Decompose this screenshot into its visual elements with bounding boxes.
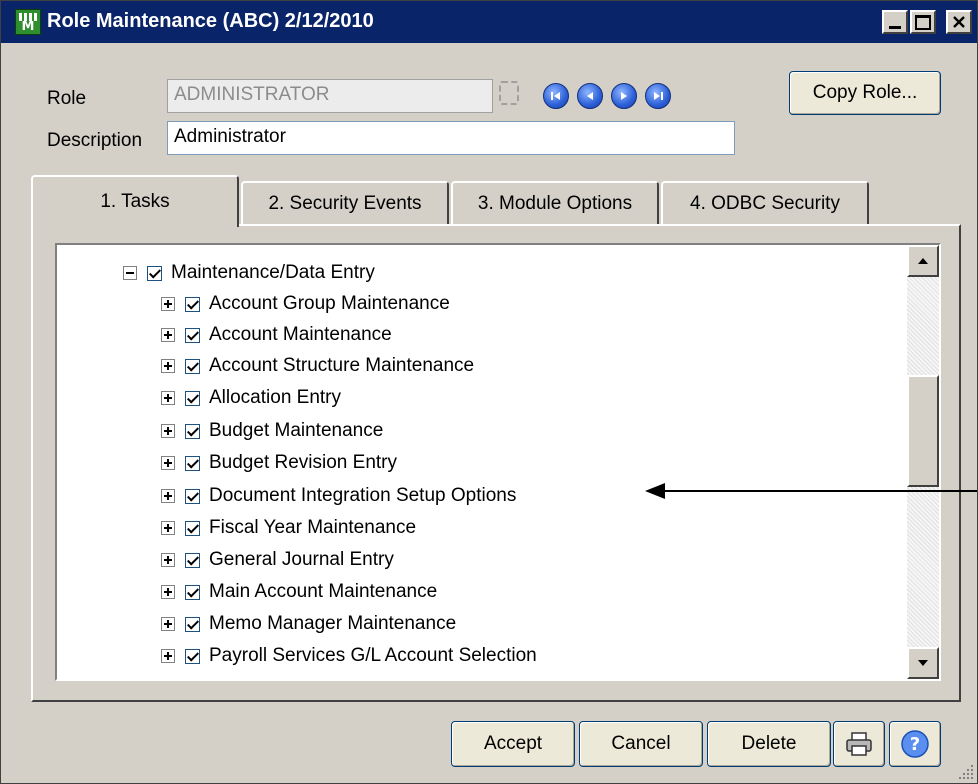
tree-item-label: Account Structure Maintenance	[209, 355, 475, 376]
tab-tasks[interactable]: 1. Tasks	[31, 175, 239, 227]
expand-icon[interactable]	[161, 328, 175, 342]
checkbox-checked-icon[interactable]	[185, 584, 200, 600]
previous-record-icon	[587, 92, 593, 100]
tree-item[interactable]: Payroll Services G/L Account Selection	[161, 641, 537, 671]
tree-item-label: Budget Revision Entry	[209, 452, 397, 473]
next-record-icon	[621, 92, 627, 100]
tree-item-maintenance-data-entry[interactable]: Maintenance/Data Entry	[123, 258, 375, 288]
checkbox-checked-icon[interactable]	[185, 488, 200, 504]
role-maintenance-window: M Role Maintenance (ABC) 2/12/2010 Role …	[0, 0, 978, 784]
tree-item-label: Main Account Maintenance	[209, 581, 438, 602]
tab-security-events[interactable]: 2. Security Events	[241, 181, 449, 225]
expand-icon[interactable]	[161, 297, 175, 311]
checkbox-checked-icon[interactable]	[185, 358, 200, 374]
first-record-icon	[551, 92, 560, 100]
app-icon-label: M	[21, 19, 35, 34]
checkbox-checked-icon[interactable]	[185, 455, 200, 471]
tree-item-label: Allocation Entry	[209, 387, 342, 408]
tab-module-options[interactable]: 3. Module Options	[451, 181, 659, 225]
tasks-tab-panel: Maintenance/Data Entry Account Group Mai…	[31, 224, 961, 702]
window-title: Role Maintenance (ABC) 2/12/2010	[47, 10, 374, 32]
tree-item-label: Fiscal Year Maintenance	[209, 517, 417, 538]
expand-icon[interactable]	[161, 553, 175, 567]
expand-icon[interactable]	[161, 359, 175, 373]
tree-item[interactable]: Fiscal Year Maintenance	[161, 513, 416, 543]
first-record-button[interactable]	[543, 83, 569, 109]
collapse-icon[interactable]	[123, 266, 137, 280]
checkbox-checked-icon[interactable]	[185, 390, 200, 406]
triangle-down-icon	[918, 660, 928, 666]
lookup-icon[interactable]	[499, 81, 519, 105]
tree-item[interactable]: Account Maintenance	[161, 320, 392, 350]
close-button[interactable]	[946, 10, 972, 34]
tree-item[interactable]: Budget Maintenance	[161, 416, 383, 446]
tree-item-label: Memo Manager Maintenance	[209, 613, 457, 634]
annotation-arrow-icon	[645, 483, 977, 499]
tree-item[interactable]: Main Account Maintenance	[161, 577, 437, 607]
expand-icon[interactable]	[161, 456, 175, 470]
expand-icon[interactable]	[161, 489, 175, 503]
last-record-icon	[654, 92, 663, 100]
expand-icon[interactable]	[161, 617, 175, 631]
role-field[interactable]: ADMINISTRATOR	[167, 79, 493, 113]
checkbox-checked-icon[interactable]	[185, 520, 200, 536]
task-tree[interactable]: Maintenance/Data Entry Account Group Mai…	[55, 243, 941, 681]
tree-item-label: Payroll Services G/L Account Selection	[209, 645, 537, 666]
help-icon: ?	[901, 730, 929, 758]
tree-item[interactable]: Account Structure Maintenance	[161, 351, 474, 381]
checkbox-checked-icon[interactable]	[147, 265, 162, 281]
triangle-up-icon	[918, 258, 928, 264]
tab-odbc-security[interactable]: 4. ODBC Security	[661, 181, 869, 225]
tree-item-label: Budget Maintenance	[209, 420, 384, 441]
expand-icon[interactable]	[161, 649, 175, 663]
print-button[interactable]	[833, 721, 885, 767]
description-field[interactable]: Administrator	[167, 121, 735, 155]
scroll-down-button[interactable]	[907, 647, 939, 679]
checkbox-checked-icon[interactable]	[185, 296, 200, 312]
checkbox-checked-icon[interactable]	[185, 423, 200, 439]
tree-item-label: General Journal Entry	[209, 549, 394, 570]
tree-item-label: Account Group Maintenance	[209, 293, 450, 314]
tree-item-label: Document Integration Setup Options	[209, 485, 517, 506]
resize-grip-icon[interactable]	[955, 761, 975, 781]
tree-item-label: Account Maintenance	[209, 324, 392, 345]
tree-scrollbar[interactable]	[907, 245, 939, 679]
checkbox-checked-icon[interactable]	[185, 648, 200, 664]
checkbox-checked-icon[interactable]	[185, 552, 200, 568]
svg-text:?: ?	[910, 734, 920, 755]
last-record-button[interactable]	[645, 83, 671, 109]
copy-role-button[interactable]: Copy Role...	[789, 71, 941, 115]
cancel-button[interactable]: Cancel	[579, 721, 703, 767]
checkbox-checked-icon[interactable]	[185, 616, 200, 632]
expand-icon[interactable]	[161, 521, 175, 535]
previous-record-button[interactable]	[577, 83, 603, 109]
tree-item[interactable]: Account Group Maintenance	[161, 289, 450, 319]
app-icon: M	[15, 9, 41, 35]
checkbox-checked-icon[interactable]	[185, 327, 200, 343]
role-label: Role	[47, 88, 87, 109]
help-button[interactable]: ?	[889, 721, 941, 767]
close-icon	[953, 16, 965, 28]
scroll-up-button[interactable]	[907, 245, 939, 277]
tree-item[interactable]: Document Integration Setup Options	[161, 481, 516, 511]
tree-item[interactable]: General Journal Entry	[161, 545, 394, 575]
expand-icon[interactable]	[161, 424, 175, 438]
tree-item[interactable]: Budget Revision Entry	[161, 448, 397, 478]
accept-button[interactable]: Accept	[451, 721, 575, 767]
expand-icon[interactable]	[161, 391, 175, 405]
maximize-button[interactable]	[910, 10, 936, 34]
printer-icon	[846, 732, 872, 756]
minimize-button[interactable]	[882, 10, 908, 34]
next-record-button[interactable]	[611, 83, 637, 109]
description-label: Description	[47, 130, 143, 151]
tree-item[interactable]: Memo Manager Maintenance	[161, 609, 456, 639]
expand-icon[interactable]	[161, 585, 175, 599]
delete-button[interactable]: Delete	[707, 721, 831, 767]
tree-item[interactable]: Allocation Entry	[161, 383, 341, 413]
scroll-thumb[interactable]	[907, 375, 939, 487]
tree-item-label: Maintenance/Data Entry	[171, 262, 375, 283]
title-bar[interactable]: M Role Maintenance (ABC) 2/12/2010	[1, 1, 977, 43]
